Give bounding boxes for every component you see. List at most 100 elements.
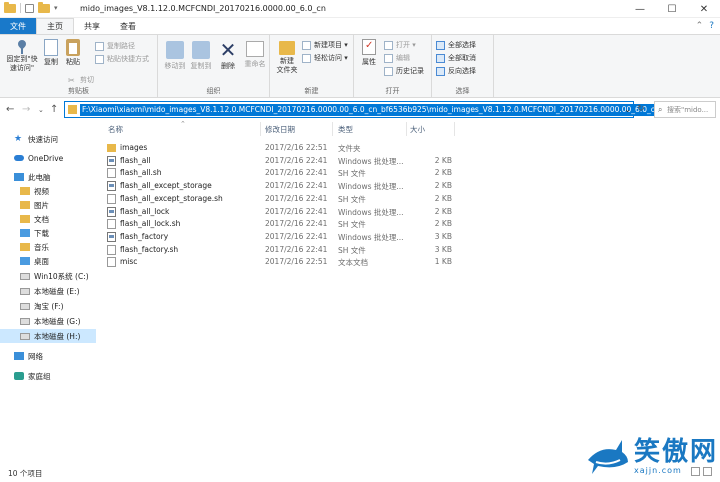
cell-size: 2 KB <box>434 168 452 178</box>
column-divider[interactable] <box>454 122 455 136</box>
table-row[interactable]: flash_all_lock 2017/2/16 22:41 Windows 批处理… <box>104 206 460 218</box>
cut-button[interactable]: ✂ 剪切 <box>68 75 94 85</box>
paste-button[interactable]: 粘贴 <box>64 39 82 67</box>
cell-date: 2017/2/16 22:41 <box>265 206 328 216</box>
sidebar-item-quick-access[interactable]: ★ 快速访问 <box>0 132 96 146</box>
edit-button[interactable]: 编辑 <box>384 53 410 63</box>
table-row[interactable]: flash_factory 2017/2/16 22:41 Windows 批处理.… <box>104 231 460 243</box>
sidebar-item-label: 桌面 <box>34 256 49 266</box>
sidebar-item-onedrive[interactable]: OneDrive <box>0 151 96 165</box>
table-row[interactable]: flash_all_except_storage.sh 2017/2/16 22:… <box>104 193 460 205</box>
tab-share[interactable]: 共享 <box>74 18 110 34</box>
back-arrow-icon[interactable]: ← <box>6 104 14 115</box>
minimize-button[interactable]: — <box>624 0 656 18</box>
sidebar-item-label: 本地磁盘 (E:) <box>34 286 80 296</box>
new-folder-button[interactable]: 新建 文件夹 <box>274 39 300 75</box>
tab-file[interactable]: 文件 <box>0 18 36 34</box>
sidebar-item-drive-c[interactable]: Win10系统 (C:) <box>0 269 96 283</box>
delete-icon: ✕ <box>219 38 237 62</box>
sidebar-item-label: 文档 <box>34 214 49 224</box>
column-header-name[interactable]: 名称 <box>108 124 123 135</box>
address-path[interactable]: F:\Xiaomi\xiaomi\mido_images_V8.1.12.0.M… <box>80 104 662 116</box>
select-group: 全部选择 全部取消 反向选择 选择 <box>432 35 494 98</box>
sidebar-item-videos[interactable]: 视频 <box>0 184 96 198</box>
recent-locations-icon[interactable]: ⌄ <box>38 106 44 114</box>
sidebar-item-pictures[interactable]: 图片 <box>0 198 96 212</box>
sidebar-item-this-pc[interactable]: 此电脑 <box>0 170 96 184</box>
column-header-type[interactable]: 类型 <box>338 124 353 135</box>
table-row[interactable]: flash_all 2017/2/16 22:41 Windows 批处理... 2 … <box>104 155 460 167</box>
title-bar: ▾ mido_images_V8.1.12.0.MCFCNDI_20170216… <box>0 0 720 18</box>
copy-button[interactable]: 复制 <box>42 36 61 67</box>
column-divider[interactable] <box>406 122 407 136</box>
column-divider[interactable] <box>260 122 261 136</box>
customize-toolbar-icon[interactable]: ▾ <box>54 4 58 12</box>
sidebar-item-network[interactable]: 网络 <box>0 349 96 363</box>
new-folder-label: 新建 文件夹 <box>276 57 298 74</box>
table-row[interactable]: images 2017/2/16 22:51 文件夹 <box>104 142 460 154</box>
sidebar-item-music[interactable]: 音乐 <box>0 240 96 254</box>
rename-button[interactable]: 重命名 <box>242 41 268 69</box>
rename-label: 重命名 <box>244 60 266 68</box>
move-to-button[interactable]: 移动到 <box>162 41 188 71</box>
cell-date: 2017/2/16 22:41 <box>265 155 328 165</box>
tab-view[interactable]: 查看 <box>110 18 146 34</box>
video-folder-icon <box>20 187 30 195</box>
new-group: 新建 文件夹 新建项目 ▾ 轻松访问 ▾ 新建 <box>270 35 354 98</box>
new-item-button[interactable]: 新建项目 ▾ <box>302 40 348 50</box>
chevron-down-icon[interactable]: ⌄ <box>624 105 631 114</box>
column-header-date[interactable]: 修改日期 <box>265 124 295 135</box>
properties-button[interactable]: 属性 <box>358 39 380 67</box>
table-row[interactable]: flash_all.sh 2017/2/16 22:41 SH 文件 2 KB <box>104 167 460 179</box>
invert-selection-button[interactable]: 反向选择 <box>436 66 476 76</box>
copy-path-label: 复制路径 <box>107 42 135 50</box>
easy-access-button[interactable]: 轻松访问 ▾ <box>302 53 348 63</box>
chevron-up-icon[interactable]: ⌃ <box>696 21 704 31</box>
folder-icon <box>107 144 116 152</box>
sidebar-item-drive-h[interactable]: 本地磁盘 (H:) <box>0 329 96 343</box>
sidebar-item-label: 下载 <box>34 228 49 238</box>
column-header-size[interactable]: 大小 <box>410 124 425 135</box>
sidebar-item-drive-e[interactable]: 本地磁盘 (E:) <box>0 284 96 298</box>
address-input[interactable]: F:\Xiaomi\xiaomi\mido_images_V8.1.12.0.M… <box>64 101 662 118</box>
table-row[interactable]: flash_all_except_storage 2017/2/16 22:41 W… <box>104 180 460 192</box>
tab-home[interactable]: 主页 <box>36 18 74 34</box>
help-icon[interactable]: ? <box>709 21 714 31</box>
sidebar-item-homegroup[interactable]: 家庭组 <box>0 369 96 383</box>
batch-file-icon <box>107 181 116 192</box>
sidebar-item-desktop[interactable]: 桌面 <box>0 254 96 268</box>
paste-shortcut-button[interactable]: 粘贴快捷方式 <box>95 54 149 64</box>
sidebar-item-drive-g[interactable]: 本地磁盘 (G:) <box>0 314 96 328</box>
paste-shortcut-label: 粘贴快捷方式 <box>107 55 149 63</box>
open-button[interactable]: 打开 ▾ <box>384 40 416 50</box>
select-all-button[interactable]: 全部选择 <box>436 40 476 50</box>
table-row[interactable]: misc 2017/2/16 22:51 文本文档 1 KB <box>104 256 460 268</box>
ribbon-tabs: 文件 主页 共享 查看 ⌃ ? <box>0 18 720 34</box>
file-icon <box>107 168 116 179</box>
music-folder-icon <box>20 243 30 251</box>
copy-path-button[interactable]: 复制路径 <box>95 41 135 51</box>
delete-button[interactable]: ✕ 删除 <box>216 38 240 71</box>
refresh-icon[interactable]: ↻ <box>637 104 645 114</box>
table-row[interactable]: flash_all_lock.sh 2017/2/16 22:41 SH 文件 2 K… <box>104 218 460 230</box>
sidebar-item-downloads[interactable]: 下载 <box>0 226 96 240</box>
copy-to-button[interactable]: 复制到 <box>188 41 214 71</box>
select-none-button[interactable]: 全部取消 <box>436 53 476 63</box>
forward-arrow-icon[interactable]: → <box>22 104 30 115</box>
close-button[interactable]: ✕ <box>688 0 720 18</box>
column-divider[interactable] <box>332 122 333 136</box>
sidebar-item-drive-f[interactable]: 淘宝 (F:) <box>0 299 96 313</box>
new-folder-icon[interactable] <box>38 1 50 13</box>
properties-icon[interactable] <box>25 3 34 13</box>
cell-name: flash_all_except_storage.sh <box>120 193 223 203</box>
sidebar-item-documents[interactable]: 文档 <box>0 212 96 226</box>
cell-date: 2017/2/16 22:41 <box>265 181 328 191</box>
cell-type: Windows 批处理... <box>338 156 404 166</box>
history-button[interactable]: 历史记录 <box>384 66 424 76</box>
table-row[interactable]: flash_factory.sh 2017/2/16 22:41 SH 文件 3 KB <box>104 244 460 256</box>
search-input[interactable]: ⌕ 搜索"mido... <box>654 101 716 118</box>
pin-quick-access-button[interactable]: 固定到"快 速访问" <box>4 39 40 73</box>
up-arrow-icon[interactable]: ↑ <box>50 104 58 115</box>
cell-type: SH 文件 <box>338 194 366 204</box>
maximize-button[interactable]: ☐ <box>656 0 688 18</box>
